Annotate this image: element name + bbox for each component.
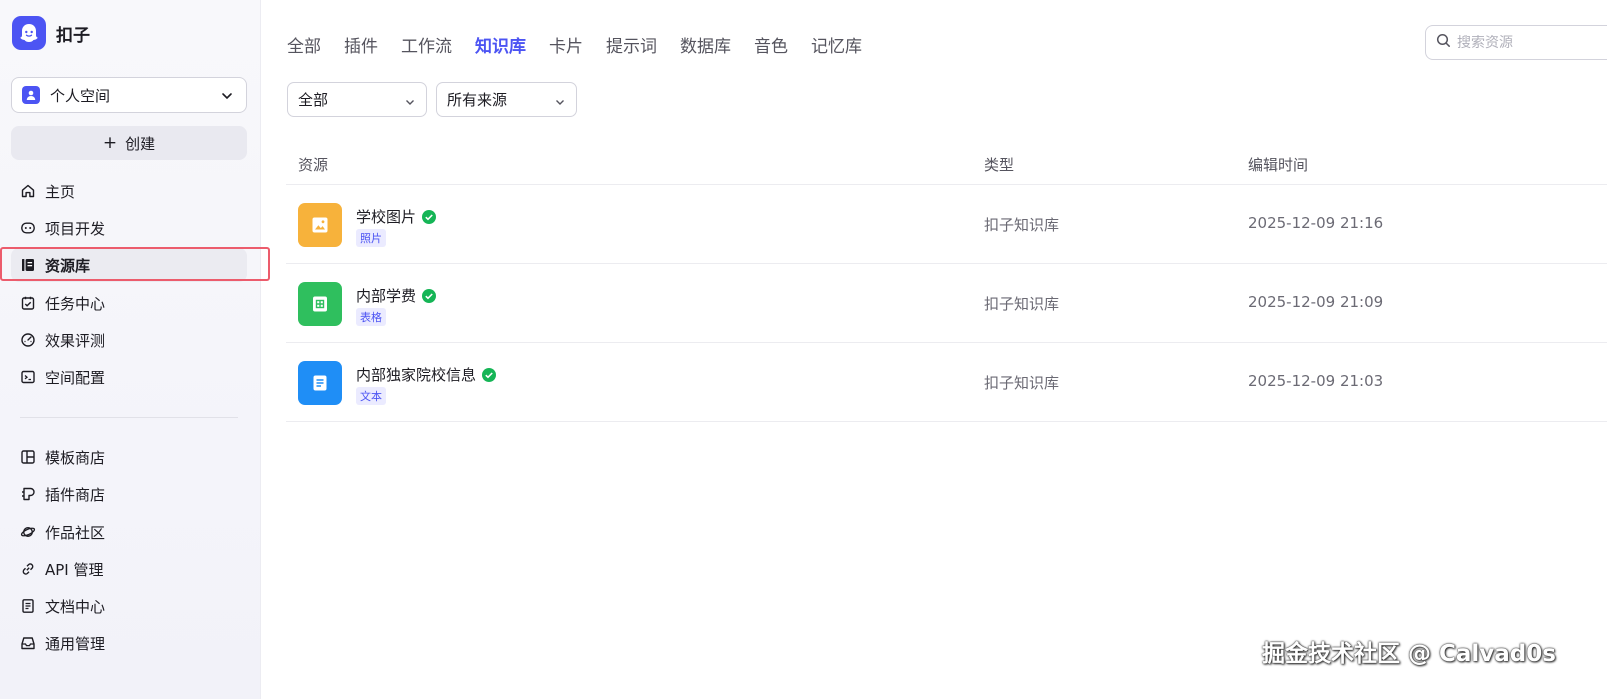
sidebar-item-api[interactable]: API 管理 — [11, 552, 247, 586]
tab-memory[interactable]: 记忆库 — [811, 32, 862, 57]
image-icon — [298, 203, 342, 247]
tab-workflow[interactable]: 工作流 — [401, 32, 452, 57]
annotation-highlight — [0, 247, 270, 281]
resource-tabs: 全部 插件 工作流 知识库 卡片 提示词 数据库 音色 记忆库 — [287, 32, 885, 57]
tab-voice[interactable]: 音色 — [754, 32, 788, 57]
table-row[interactable]: 内部独家院校信息 文本 扣子知识库 2025-12-09 21:03 — [286, 343, 1607, 422]
source-filter-value: 所有来源 — [447, 91, 508, 109]
inbox-icon — [19, 634, 37, 652]
watermark: 掘金技术社区 @ Calvad0s — [1262, 641, 1556, 667]
row-tag: 表格 — [356, 308, 386, 326]
sidebar-item-community[interactable]: 作品社区 — [11, 515, 247, 549]
header-resource: 资源 — [298, 156, 329, 174]
table-header: 资源 类型 编辑时间 — [286, 145, 1607, 185]
row-tag: 文本 — [356, 387, 386, 405]
search-input[interactable] — [1457, 34, 1607, 51]
task-icon — [19, 294, 37, 312]
create-button[interactable]: + 创建 — [11, 126, 247, 160]
coze-logo-icon — [12, 16, 46, 50]
check-circle-icon — [422, 209, 437, 224]
template-icon — [19, 448, 37, 466]
sidebar-item-project[interactable]: 项目开发 — [11, 211, 247, 245]
tab-prompt[interactable]: 提示词 — [606, 32, 657, 57]
row-time: 2025-12-09 21:09 — [1248, 293, 1384, 311]
project-icon — [19, 219, 37, 237]
tab-all[interactable]: 全部 — [287, 32, 321, 57]
chevron-down-icon — [404, 94, 416, 112]
search-box[interactable] — [1425, 25, 1607, 60]
sidebar-item-docs[interactable]: 文档中心 — [11, 589, 247, 623]
row-type: 扣子知识库 — [984, 374, 1060, 392]
row-type: 扣子知识库 — [984, 295, 1060, 313]
space-selector[interactable]: 个人空间 — [11, 77, 247, 113]
header-type: 类型 — [984, 156, 1015, 174]
row-type: 扣子知识库 — [984, 216, 1060, 234]
plus-icon: + — [102, 133, 118, 153]
brand-name: 扣子 — [56, 25, 90, 46]
main-content: 全部 插件 工作流 知识库 卡片 提示词 数据库 音色 记忆库 全部 所有来源 … — [262, 0, 1607, 699]
terminal-icon — [19, 368, 37, 386]
check-circle-icon — [482, 367, 497, 382]
gauge-icon — [19, 331, 37, 349]
table-row[interactable]: 内部学费 表格 扣子知识库 2025-12-09 21:09 — [286, 264, 1607, 343]
row-time: 2025-12-09 21:16 — [1248, 214, 1384, 232]
sidebar-item-general[interactable]: 通用管理 — [11, 626, 247, 660]
sidebar-item-label: 项目开发 — [45, 219, 106, 238]
check-circle-icon — [422, 288, 437, 303]
sidebar-item-label: 插件商店 — [45, 485, 106, 504]
row-time: 2025-12-09 21:03 — [1248, 372, 1384, 390]
tab-knowledge[interactable]: 知识库 — [475, 32, 526, 57]
table-icon — [298, 282, 342, 326]
row-name: 内部学费 — [356, 287, 417, 305]
sidebar-divider — [20, 417, 238, 418]
sidebar-item-label: 主页 — [45, 182, 76, 201]
chevron-down-icon — [220, 88, 234, 107]
tab-database[interactable]: 数据库 — [680, 32, 731, 57]
sidebar-item-label: 通用管理 — [45, 634, 106, 653]
link-icon — [19, 560, 37, 578]
brand-row[interactable]: 扣子 — [12, 16, 90, 50]
home-icon — [19, 182, 37, 200]
type-filter[interactable]: 全部 — [287, 82, 427, 117]
sidebar: 扣子 个人空间 + 创建 主页 项目开发 资源库 任务中心 效果评测 空间配置 — [0, 0, 270, 699]
document-icon — [19, 597, 37, 615]
resource-table: 资源 类型 编辑时间 学校图片 照片 扣子知识库 2025-12-09 21:1… — [286, 145, 1607, 422]
sidebar-item-label: 空间配置 — [45, 368, 106, 387]
sidebar-item-label: 模板商店 — [45, 448, 106, 467]
tab-card[interactable]: 卡片 — [549, 32, 583, 57]
sidebar-item-label: 作品社区 — [45, 523, 106, 542]
sidebar-item-space-config[interactable]: 空间配置 — [11, 360, 247, 394]
row-name: 学校图片 — [356, 208, 417, 226]
search-icon — [1436, 33, 1451, 52]
tab-plugin[interactable]: 插件 — [344, 32, 378, 57]
type-filter-value: 全部 — [298, 91, 329, 109]
source-filter[interactable]: 所有来源 — [436, 82, 577, 117]
sidebar-item-label: API 管理 — [45, 560, 104, 579]
sidebar-item-label: 效果评测 — [45, 331, 106, 350]
user-icon — [22, 86, 40, 104]
sidebar-item-evaluate[interactable]: 效果评测 — [11, 323, 247, 357]
document-icon — [298, 361, 342, 405]
row-tag: 照片 — [356, 229, 386, 247]
sidebar-item-task[interactable]: 任务中心 — [11, 286, 247, 320]
space-label: 个人空间 — [50, 86, 111, 105]
plugin-icon — [19, 485, 37, 503]
row-name: 内部独家院校信息 — [356, 366, 477, 384]
planet-icon — [19, 523, 37, 541]
sidebar-item-label: 文档中心 — [45, 597, 106, 616]
sidebar-item-template[interactable]: 模板商店 — [11, 440, 247, 474]
table-row[interactable]: 学校图片 照片 扣子知识库 2025-12-09 21:16 — [286, 185, 1607, 264]
header-time: 编辑时间 — [1248, 156, 1309, 174]
sidebar-item-label: 任务中心 — [45, 294, 106, 313]
sidebar-item-home[interactable]: 主页 — [11, 174, 247, 208]
chevron-down-icon — [554, 94, 566, 112]
sidebar-item-plugin-store[interactable]: 插件商店 — [11, 477, 247, 511]
create-label: 创建 — [125, 134, 156, 153]
